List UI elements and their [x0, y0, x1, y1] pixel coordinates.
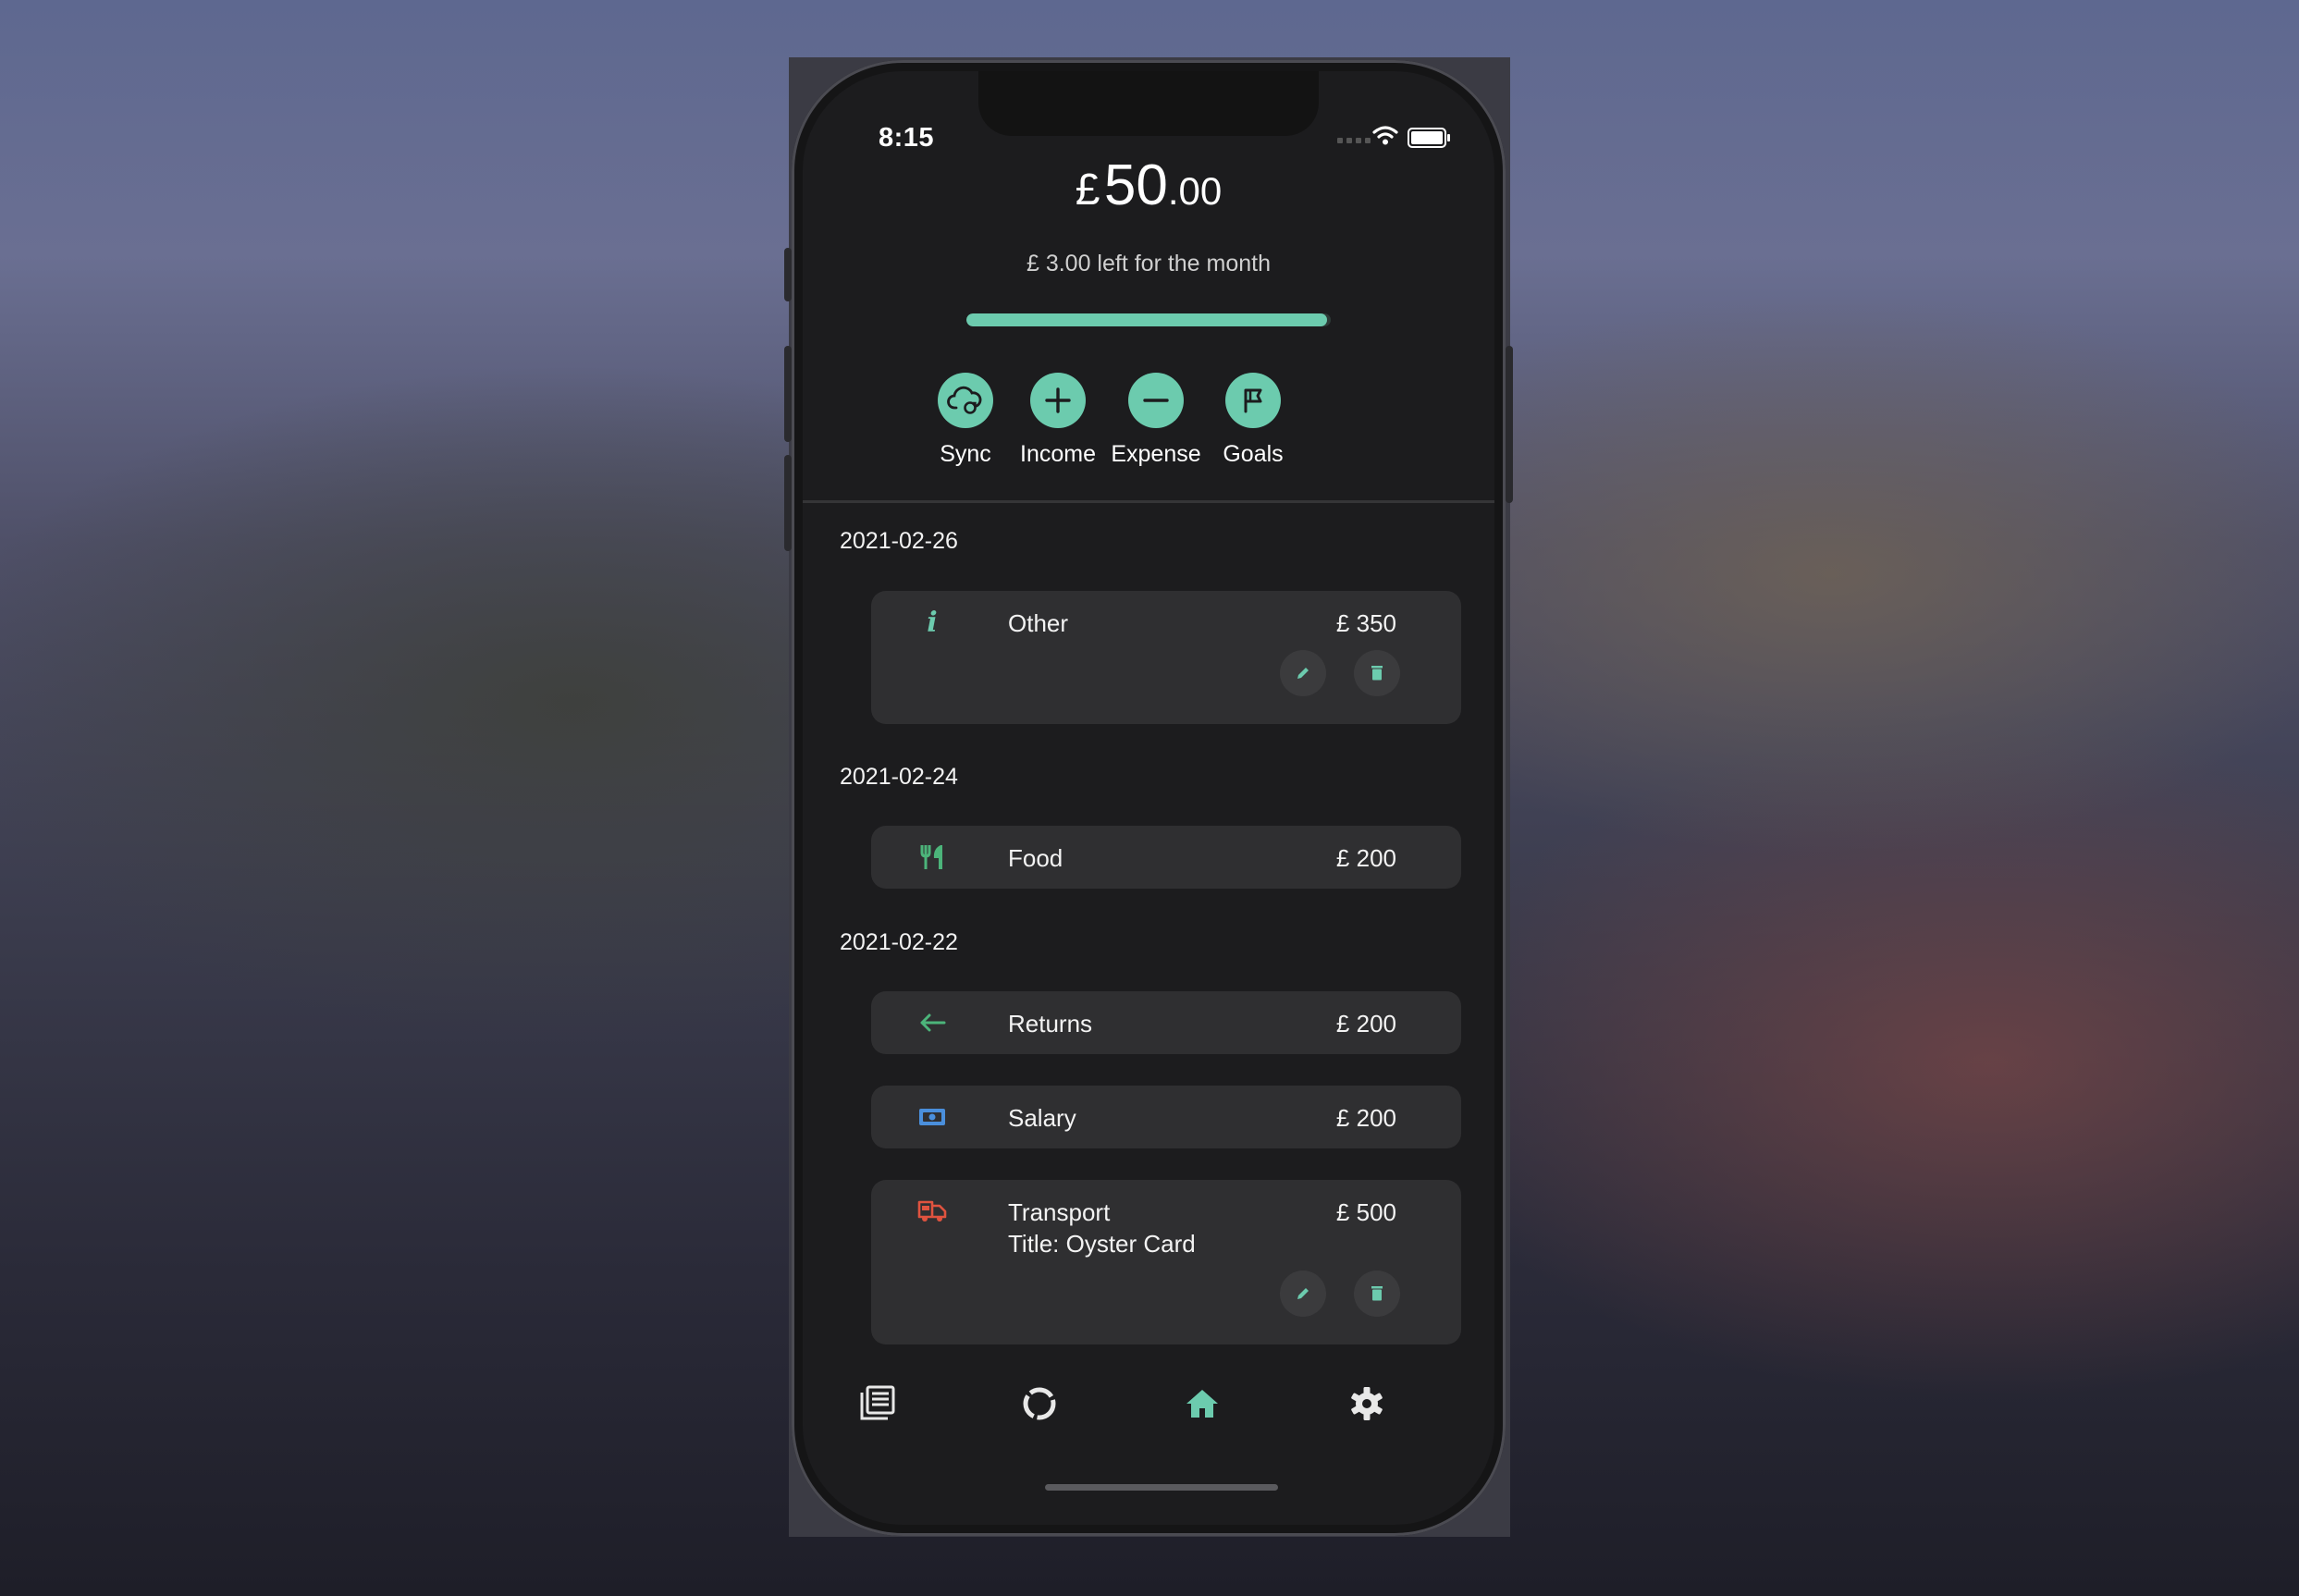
- transaction-category: Salary: [1008, 1104, 1076, 1132]
- delete-button[interactable]: [1354, 650, 1400, 696]
- transaction-title: Title: Oyster Card: [1008, 1230, 1196, 1258]
- transaction-amount: £ 200: [1335, 844, 1396, 872]
- transaction-category: Returns: [1008, 1010, 1093, 1037]
- remaining-text: £ 3.00 left for the month: [1026, 251, 1272, 276]
- phone-frame: 8:15 £ 50.00 £ 3.00 left for the month S…: [792, 60, 1506, 1536]
- settings-icon: [1351, 1387, 1383, 1420]
- info-icon: i: [927, 606, 938, 639]
- expense-button[interactable]: Expense: [1100, 373, 1211, 468]
- trash-icon: [1371, 666, 1383, 681]
- balance-amount: £ 50.00: [803, 153, 1494, 218]
- power-button: [1506, 346, 1513, 503]
- date-header: 2021-02-22: [840, 929, 958, 955]
- edit-button[interactable]: [1280, 1271, 1326, 1317]
- transaction-amount: £ 200: [1335, 1104, 1396, 1132]
- transaction-returns[interactable]: Returns £ 200: [871, 991, 1461, 1054]
- pencil-icon: [1297, 1288, 1309, 1299]
- bus-icon: [916, 1195, 949, 1228]
- balance-decimal: .00: [1167, 169, 1223, 213]
- section-divider: [803, 500, 1494, 503]
- signal-icon: [1337, 138, 1371, 143]
- mute-switch: [784, 248, 792, 301]
- cloud-sync-icon: [938, 373, 993, 428]
- volume-up-button: [784, 346, 792, 442]
- wifi-icon: [1372, 126, 1398, 145]
- nav-settings-button[interactable]: [1346, 1383, 1387, 1424]
- flag-icon: [1225, 373, 1281, 428]
- edit-button[interactable]: [1280, 650, 1326, 696]
- home-indicator: [1045, 1484, 1278, 1491]
- minus-icon: [1128, 373, 1184, 428]
- nav-stats-button[interactable]: [1019, 1383, 1060, 1424]
- volume-down-button: [784, 455, 792, 551]
- goals-button[interactable]: Goals: [1198, 373, 1309, 468]
- transaction-amount: £ 500: [1335, 1198, 1396, 1226]
- balance-whole: 50: [1103, 153, 1168, 217]
- delete-button[interactable]: [1354, 1271, 1400, 1317]
- status-time: 8:15: [879, 123, 935, 153]
- transaction-transport[interactable]: Transport Title: Oyster Card £ 500: [871, 1180, 1461, 1344]
- chart-donut-icon: [1023, 1387, 1056, 1420]
- expense-label: Expense: [1111, 441, 1201, 467]
- trash-icon: [1371, 1286, 1383, 1301]
- transaction-amount: £ 200: [1335, 1010, 1396, 1037]
- plus-icon: [1030, 373, 1086, 428]
- transaction-category: Transport: [1008, 1198, 1111, 1226]
- battery-icon: [1408, 128, 1450, 148]
- transaction-other[interactable]: i Other £ 350: [871, 591, 1461, 724]
- income-label: Income: [1020, 441, 1096, 467]
- pencil-icon: [1297, 668, 1309, 679]
- arrow-left-icon: [916, 1006, 949, 1039]
- transaction-category: Other: [1008, 609, 1069, 637]
- budget-progress-bar: [966, 313, 1331, 326]
- home-icon: [1186, 1390, 1218, 1418]
- date-header: 2021-02-26: [840, 528, 958, 554]
- app-screen: 8:15 £ 50.00 £ 3.00 left for the month S…: [803, 71, 1494, 1525]
- notch: [978, 71, 1319, 136]
- transaction-salary[interactable]: Salary £ 200: [871, 1086, 1461, 1148]
- transaction-food[interactable]: Food £ 200: [871, 826, 1461, 889]
- nav-news-button[interactable]: [856, 1383, 897, 1424]
- budget-progress-fill: [966, 313, 1328, 326]
- nav-home-button[interactable]: [1182, 1383, 1223, 1424]
- news-icon: [860, 1385, 895, 1420]
- balance-currency: £: [1075, 166, 1100, 215]
- transaction-category: Food: [1008, 844, 1063, 872]
- date-header: 2021-02-24: [840, 764, 958, 790]
- income-button[interactable]: Income: [1002, 373, 1113, 468]
- goals-label: Goals: [1223, 441, 1284, 467]
- banknote-icon: [916, 1100, 949, 1134]
- cutlery-icon: [916, 841, 949, 874]
- transaction-amount: £ 350: [1335, 609, 1396, 637]
